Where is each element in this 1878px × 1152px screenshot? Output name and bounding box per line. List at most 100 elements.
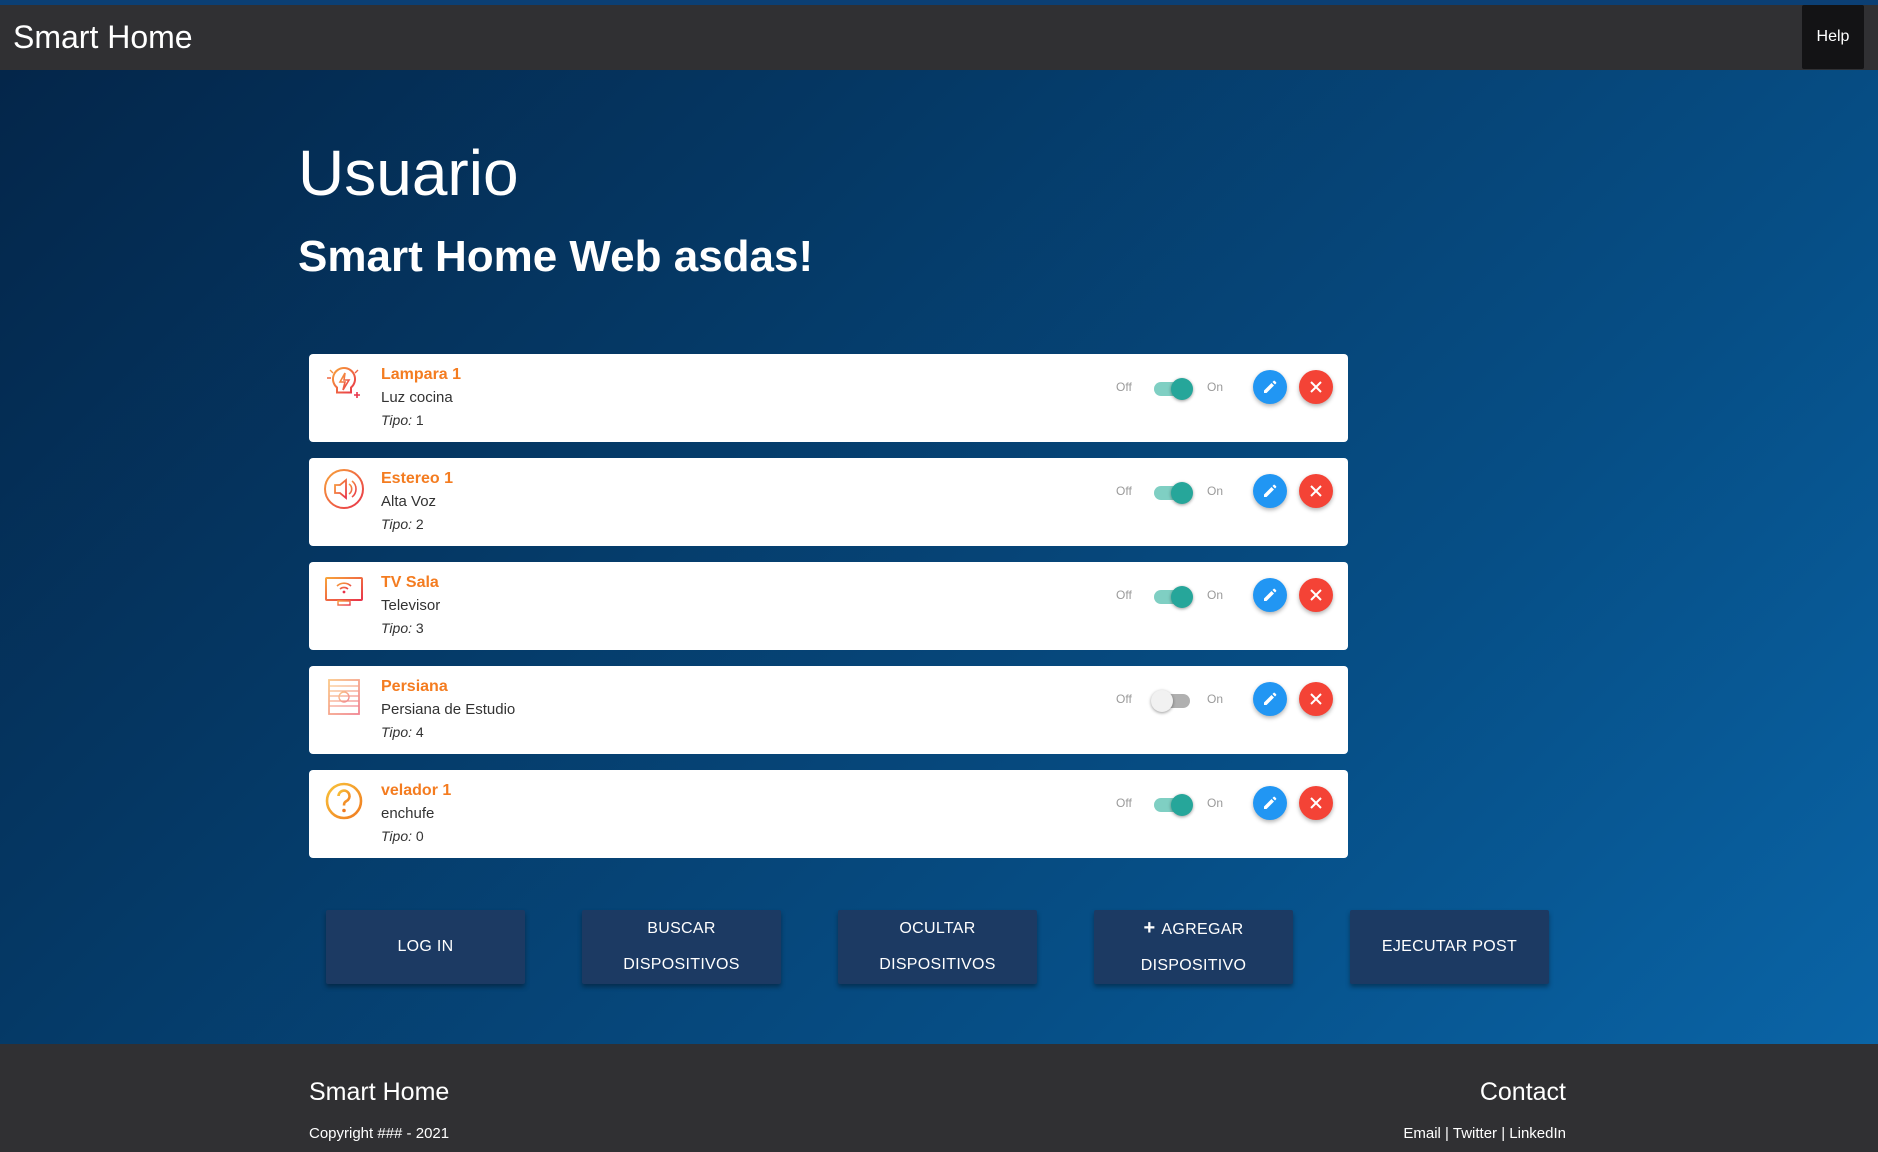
delete-button[interactable] xyxy=(1299,578,1333,612)
add-device-label: + AGREGAR DISPOSITIVO xyxy=(1141,910,1247,984)
device-description: Alta Voz xyxy=(381,493,437,510)
edit-button[interactable] xyxy=(1253,474,1287,508)
device-description: Televisor xyxy=(381,597,441,614)
execute-post-button[interactable]: EJECUTAR POST xyxy=(1350,910,1549,984)
device-name: Persiana xyxy=(381,678,448,695)
edit-button[interactable] xyxy=(1253,578,1287,612)
power-toggle[interactable] xyxy=(1151,480,1193,504)
switch-on-label: On xyxy=(1207,588,1224,602)
search-devices-label: BUSCAR DISPOSITIVOS xyxy=(623,911,740,983)
main-content: Usuario Smart Home Web asdas! Lampara 1 … xyxy=(0,70,1878,1044)
toggle-knob xyxy=(1171,378,1193,400)
toggle-knob xyxy=(1171,586,1193,608)
blind-icon xyxy=(323,676,365,718)
switch-on-label: On xyxy=(1207,484,1224,498)
edit-button[interactable] xyxy=(1253,682,1287,716)
device-type-value: 0 xyxy=(415,828,424,844)
close-icon xyxy=(1310,485,1322,497)
hide-devices-label-line2: DISPOSITIVOS xyxy=(879,956,996,973)
toggle-knob xyxy=(1171,482,1193,504)
switch-off-label: Off xyxy=(1116,484,1132,498)
footer: Smart Home Copyright ### - 2021 Contact … xyxy=(0,1044,1878,1152)
device-type-value: 3 xyxy=(415,620,424,636)
delete-button[interactable] xyxy=(1299,786,1333,820)
device-type: Tipo: 4 xyxy=(381,724,424,740)
power-toggle[interactable] xyxy=(1151,688,1193,712)
device-item: Persiana Persiana de Estudio Tipo: 4 Off… xyxy=(309,666,1348,754)
pencil-icon xyxy=(1264,588,1277,601)
hide-devices-button[interactable]: OCULTAR DISPOSITIVOS xyxy=(838,910,1037,984)
search-devices-label-line1: BUSCAR xyxy=(647,920,716,937)
page-subtitle: Smart Home Web asdas! xyxy=(298,232,814,281)
tv-icon xyxy=(323,572,365,614)
device-item: Estereo 1 Alta Voz Tipo: 2 Off On xyxy=(309,458,1348,546)
device-item: TV Sala Televisor Tipo: 3 Off On xyxy=(309,562,1348,650)
search-devices-button[interactable]: BUSCAR DISPOSITIVOS xyxy=(582,910,781,984)
question-icon xyxy=(323,780,365,822)
lightbulb-icon xyxy=(323,364,365,406)
help-button[interactable]: Help xyxy=(1802,5,1864,69)
device-list: Lampara 1 Luz cocina Tipo: 1 Off On Este… xyxy=(309,354,1348,874)
delete-button[interactable] xyxy=(1299,682,1333,716)
switch-on-label: On xyxy=(1207,796,1224,810)
navbar-brand[interactable]: Smart Home xyxy=(13,19,193,56)
device-name: TV Sala xyxy=(381,574,439,591)
footer-link-email[interactable]: Email xyxy=(1403,1125,1441,1142)
footer-link-separator: | xyxy=(1497,1125,1510,1142)
hide-devices-label: OCULTAR DISPOSITIVOS xyxy=(879,911,996,983)
device-type-value: 1 xyxy=(415,412,424,428)
hide-devices-label-line1: OCULTAR xyxy=(899,920,976,937)
close-icon xyxy=(1310,381,1322,393)
plus-icon: + xyxy=(1143,917,1156,939)
device-type-value: 4 xyxy=(415,724,424,740)
device-type-value: 2 xyxy=(415,516,424,532)
device-description: enchufe xyxy=(381,805,435,822)
switch-on-label: On xyxy=(1207,380,1224,394)
login-button[interactable]: LOG IN xyxy=(326,910,525,984)
device-item: Lampara 1 Luz cocina Tipo: 1 Off On xyxy=(309,354,1348,442)
power-toggle[interactable] xyxy=(1151,376,1193,400)
footer-contact-links: Email | Twitter | LinkedIn xyxy=(1403,1125,1566,1142)
device-type-label: Tipo: xyxy=(381,620,413,636)
footer-copyright: Copyright ### - 2021 xyxy=(309,1125,450,1142)
power-toggle[interactable] xyxy=(1151,584,1193,608)
device-description: Persiana de Estudio xyxy=(381,701,516,718)
search-devices-label-line2: DISPOSITIVOS xyxy=(623,956,740,973)
toggle-knob xyxy=(1151,690,1173,712)
add-device-button[interactable]: + AGREGAR DISPOSITIVO xyxy=(1094,910,1293,984)
pencil-icon xyxy=(1264,380,1277,393)
device-type-label: Tipo: xyxy=(381,724,413,740)
footer-link-linkedin[interactable]: LinkedIn xyxy=(1509,1125,1566,1142)
delete-button[interactable] xyxy=(1299,370,1333,404)
device-name: velador 1 xyxy=(381,782,452,799)
device-item: velador 1 enchufe Tipo: 0 Off On xyxy=(309,770,1348,858)
close-icon xyxy=(1310,693,1322,705)
switch-off-label: Off xyxy=(1116,796,1132,810)
edit-button[interactable] xyxy=(1253,786,1287,820)
device-type-label: Tipo: xyxy=(381,412,413,428)
pencil-icon xyxy=(1264,484,1277,497)
edit-button[interactable] xyxy=(1253,370,1287,404)
device-description: Luz cocina xyxy=(381,389,453,406)
device-type-label: Tipo: xyxy=(381,828,413,844)
device-name: Estereo 1 xyxy=(381,470,454,487)
close-icon xyxy=(1310,797,1322,809)
delete-button[interactable] xyxy=(1299,474,1333,508)
navbar: Smart Home Help xyxy=(0,5,1878,70)
footer-brand: Smart Home xyxy=(309,1078,450,1106)
page-title: Usuario xyxy=(298,137,519,209)
device-type: Tipo: 3 xyxy=(381,620,424,636)
speaker-icon xyxy=(323,468,365,510)
pencil-icon xyxy=(1264,692,1277,705)
action-buttons: LOG IN BUSCAR DISPOSITIVOS OCULTAR DISPO… xyxy=(326,910,1550,986)
switch-off-label: Off xyxy=(1116,380,1132,394)
footer-link-twitter[interactable]: Twitter xyxy=(1453,1125,1497,1142)
switch-off-label: Off xyxy=(1116,692,1132,706)
power-toggle[interactable] xyxy=(1151,792,1193,816)
device-type: Tipo: 1 xyxy=(381,412,424,428)
add-device-label-line2: DISPOSITIVO xyxy=(1140,957,1247,974)
footer-contact-title: Contact xyxy=(1479,1078,1566,1106)
pencil-icon xyxy=(1264,796,1277,809)
device-name: Lampara 1 xyxy=(381,366,462,383)
device-type: Tipo: 2 xyxy=(381,516,424,532)
